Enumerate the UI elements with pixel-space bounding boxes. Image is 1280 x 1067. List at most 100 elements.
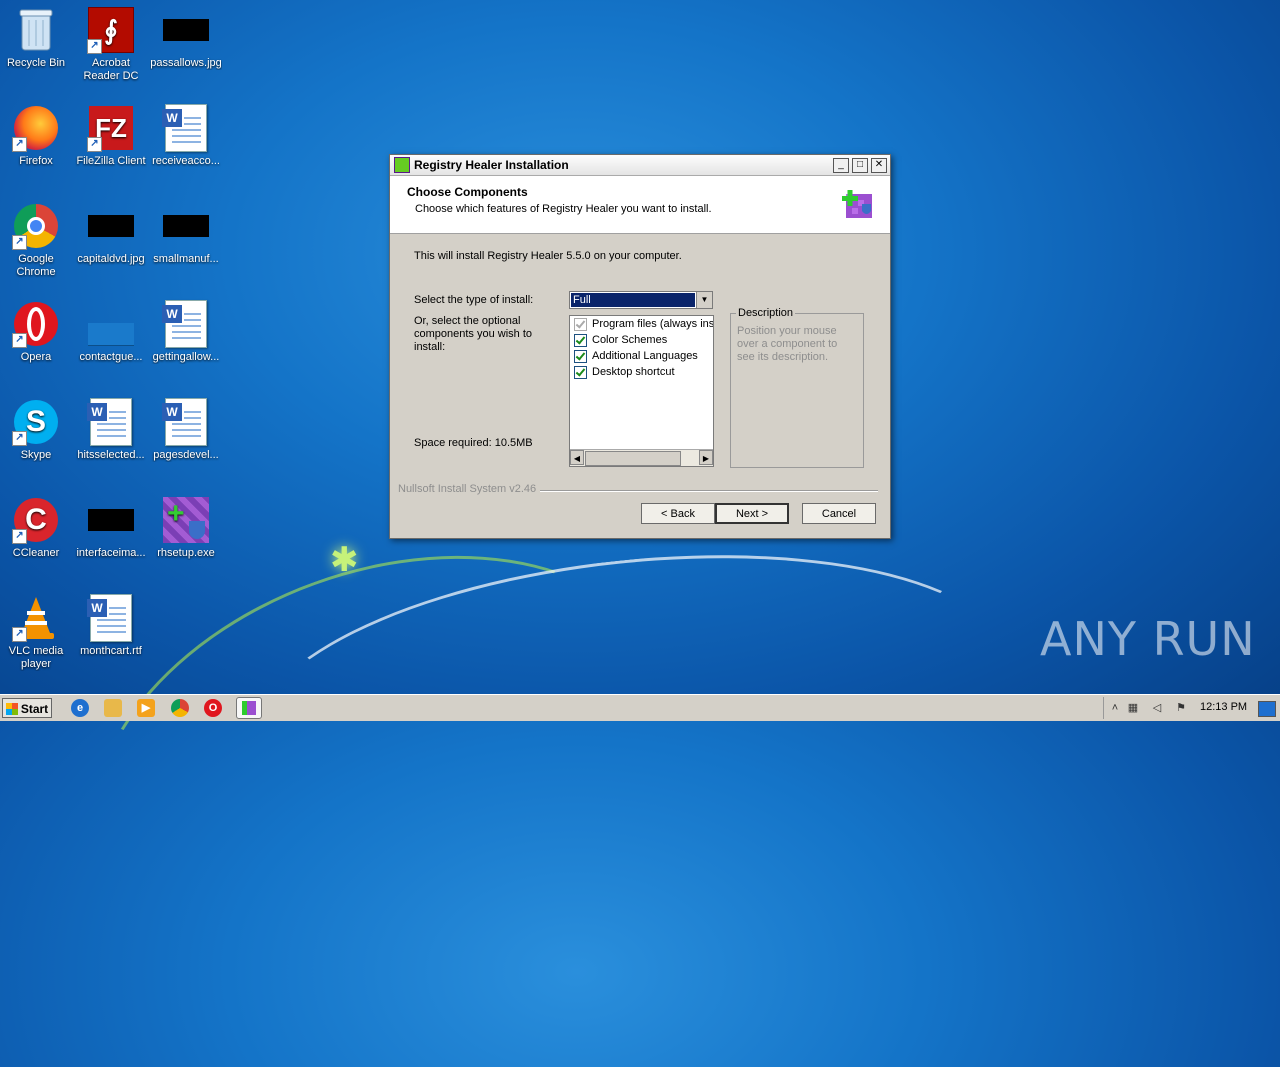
nsis-branding: Nullsoft Install System v2.46 (398, 483, 537, 495)
icon-label: smallmanuf... (153, 253, 219, 265)
desktop-icon-rhsetup[interactable]: + rhsetup.exe (150, 496, 222, 560)
description-legend: Description (736, 307, 796, 319)
separator-line (540, 490, 878, 492)
filezilla-icon: FZ ↗ (87, 104, 135, 152)
desktop-icon-passallows[interactable]: passallows.jpg (150, 6, 222, 70)
install-type-select[interactable]: Full ▼ (569, 291, 713, 309)
desktop-icon-opera[interactable]: ↗ Opera (0, 300, 72, 364)
file-explorer-icon[interactable] (104, 699, 122, 717)
desktop-icon-hitsselected[interactable]: W hitsselected... (75, 398, 147, 462)
description-groupbox: Description Position your mouse over a c… (730, 307, 864, 468)
icon-label: Firefox (19, 155, 53, 167)
shortcut-arrow-icon: ↗ (87, 39, 102, 54)
word-document-icon: W (162, 104, 210, 152)
checkbox-checked[interactable] (574, 333, 587, 347)
desktop-icon-capitaldvd[interactable]: capitaldvd.jpg (75, 202, 147, 266)
icon-label: CCleaner (12, 547, 60, 559)
description-text: Position your mouse over a component to … (737, 325, 838, 363)
component-item[interactable]: Color Schemes (570, 332, 713, 348)
chrome-taskbar-icon[interactable] (171, 699, 189, 717)
icon-label: capitaldvd.jpg (77, 253, 145, 265)
icon-label: hitsselected... (77, 449, 145, 461)
vlc-cone-icon: ↗ (12, 594, 60, 642)
components-list[interactable]: Program files (always installed) Color S… (569, 315, 714, 467)
taskbar: Start e ▶ O ˄ ▦ ◁ ⚑ 12:13 PM (0, 694, 1280, 721)
dialog-titlebar[interactable]: Registry Healer Installation _ □ ✕ (390, 155, 890, 176)
maximize-button[interactable]: □ (852, 157, 868, 173)
internet-explorer-icon[interactable]: e (71, 699, 89, 717)
image-thumbnail-icon (162, 202, 210, 250)
checkbox-checked[interactable] (574, 349, 587, 363)
desktop-icon-skype[interactable]: S ↗ Skype (0, 398, 72, 462)
installer-icon: + (162, 496, 210, 544)
desktop-icon-receiveacco[interactable]: W receiveacco... (150, 104, 222, 168)
shortcut-arrow-icon: ↗ (12, 235, 27, 250)
shortcut-arrow-icon: ↗ (12, 529, 27, 544)
desktop-icon-firefox[interactable]: ↗ Firefox (0, 104, 72, 168)
installer-taskbar-button[interactable] (236, 697, 262, 719)
icon-label: VLC media player (8, 645, 64, 670)
clock[interactable]: 12:13 PM (1200, 701, 1247, 713)
back-button[interactable]: < Back (641, 503, 715, 524)
chevron-down-icon[interactable]: ▼ (696, 292, 712, 308)
component-label: Program files (always installed) (592, 318, 714, 330)
start-button[interactable]: Start (2, 698, 52, 718)
checkbox-checked[interactable] (574, 365, 587, 379)
opera-taskbar-icon[interactable]: O (204, 699, 222, 717)
icon-label: Recycle Bin (6, 57, 66, 69)
component-item[interactable]: Additional Languages (570, 348, 713, 364)
scroll-right-icon[interactable]: ▶ (699, 450, 713, 465)
component-label: Additional Languages (592, 350, 698, 362)
desktop-icon-monthcart[interactable]: W monthcart.rtf (75, 594, 147, 658)
windows-logo-icon (5, 703, 18, 715)
icon-label: rhsetup.exe (157, 547, 215, 559)
desktop-icon-contactgue[interactable]: contactgue... (75, 300, 147, 364)
component-item[interactable]: Program files (always installed) (570, 316, 713, 332)
skype-icon: S ↗ (12, 398, 60, 446)
scrollbar-thumb[interactable] (585, 451, 681, 466)
scroll-left-icon[interactable]: ◀ (570, 450, 584, 465)
header-title: Choose Components (407, 185, 528, 199)
component-item[interactable]: Desktop shortcut (570, 364, 713, 380)
action-center-flag-icon[interactable]: ⚑ (1174, 701, 1188, 715)
minimize-button[interactable]: _ (833, 157, 849, 173)
shortcut-arrow-icon: ↗ (12, 137, 27, 152)
desktop-icon-pagesdevel[interactable]: W pagesdevel... (150, 398, 222, 462)
system-tray: ˄ ▦ ◁ ⚑ 12:13 PM (1103, 697, 1280, 719)
next-button[interactable]: Next > (715, 503, 789, 524)
media-player-icon[interactable]: ▶ (137, 699, 155, 717)
desktop-icon-filezilla[interactable]: FZ ↗ FileZilla Client (75, 104, 147, 168)
desktop-icon-interfaceima[interactable]: interfaceima... (75, 496, 147, 560)
dialog-header: Choose Components Choose which features … (390, 176, 890, 234)
horizontal-scrollbar[interactable]: ◀ ▶ (570, 449, 713, 466)
desktop-icon-chrome[interactable]: ↗ Google Chrome (0, 202, 72, 279)
desktop-icon-ccleaner[interactable]: C ↗ CCleaner (0, 496, 72, 560)
word-document-icon: W (162, 300, 210, 348)
space-required-text: Space required: 10.5MB (414, 437, 533, 449)
checkbox-checked-disabled (574, 317, 587, 331)
icon-label: Acrobat Reader DC (83, 57, 139, 82)
close-button[interactable]: ✕ (871, 157, 887, 173)
desktop-icon-gettingallow[interactable]: W gettingallow... (150, 300, 222, 364)
header-subtitle: Choose which features of Registry Healer… (415, 203, 712, 215)
firefox-icon: ↗ (12, 104, 60, 152)
icon-label: FileZilla Client (76, 155, 146, 167)
desktop-icon-acrobat[interactable]: ∮ ↗ Acrobat Reader DC (75, 6, 147, 83)
icon-label: Google Chrome (16, 253, 56, 278)
dialog-title: Registry Healer Installation (414, 158, 569, 172)
desktop-icon-recycle-bin[interactable]: Recycle Bin (0, 6, 72, 70)
chrome-icon: ↗ (12, 202, 60, 250)
anyrun-watermark: ANY RUN (1040, 612, 1256, 666)
show-desktop-icon[interactable] (1258, 701, 1276, 717)
recycle-bin-icon (12, 6, 60, 54)
cancel-button[interactable]: Cancel (802, 503, 876, 524)
word-document-icon: W (87, 594, 135, 642)
network-icon[interactable]: ▦ (1126, 701, 1140, 715)
install-type-value: Full (571, 293, 695, 307)
desktop-icon-smallmanuf[interactable]: smallmanuf... (150, 202, 222, 266)
volume-icon[interactable]: ◁ (1150, 701, 1164, 715)
desktop-icon-vlc[interactable]: ↗ VLC media player (0, 594, 72, 671)
image-thumbnail-icon (87, 496, 135, 544)
show-hidden-icons-icon[interactable]: ˄ (1108, 701, 1122, 715)
image-thumbnail-icon (87, 300, 135, 348)
